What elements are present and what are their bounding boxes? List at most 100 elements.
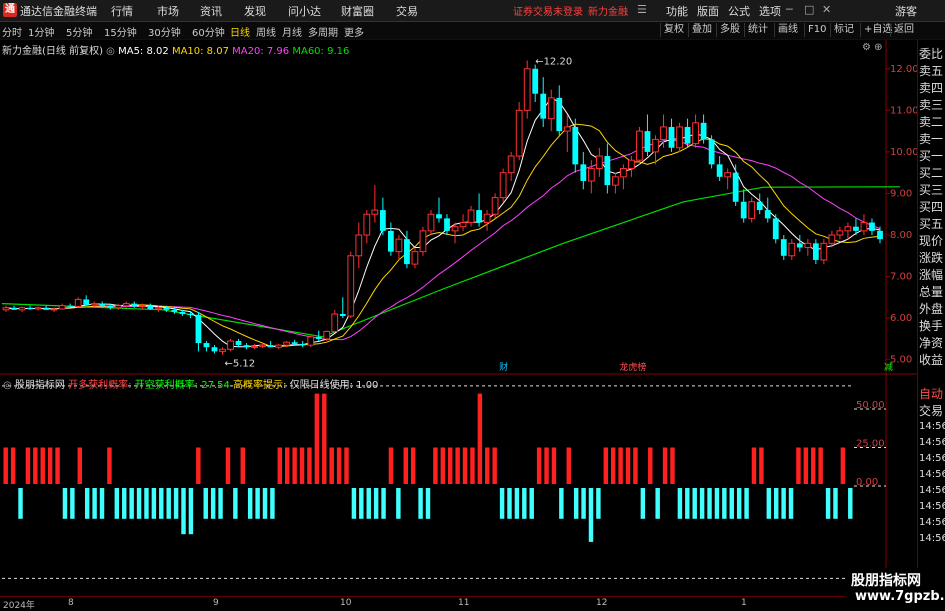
close-button[interactable]: ✕ [822,3,831,16]
indicator-bar-up [77,447,83,484]
candle-body [58,305,66,310]
menu-wealth[interactable]: 财富圈 [341,3,374,19]
x-label-dec: 12 [596,598,608,608]
settings-icon[interactable]: ☰ [637,3,647,16]
candle-body [644,131,651,152]
menu-formula[interactable]: 公式 [728,3,750,19]
tick-time: 14:56 [919,421,945,432]
candle-body [620,168,627,178]
maximize-button[interactable]: □ [804,3,814,16]
draw-line-button[interactable]: 画线 [774,23,801,37]
indicator-bar-down [151,488,157,519]
menu-ask[interactable]: 问小达 [288,3,321,19]
indicator-bar-down [596,488,601,519]
indicator-bar-up [3,447,8,484]
price-tick-label: 9.00 [890,188,912,199]
adjust-button[interactable]: 复权 [660,23,687,37]
mark-button[interactable]: 标记 [830,23,857,37]
indicator-bar-down [522,488,527,519]
indicator-bar-down [218,488,223,519]
multi-stock-button[interactable]: 多股 [716,23,743,37]
tab-30min[interactable]: 30分钟 [148,24,181,39]
candle-body [499,172,507,199]
indicator-chart[interactable]: 50.00 25.00 0.00 [0,374,917,596]
candle-body [363,213,371,236]
user-label[interactable]: 游客 [895,3,917,19]
candle-body [379,210,386,231]
tab-monthly[interactable]: 月线 [282,24,302,39]
f10-button[interactable]: F10 [804,23,829,37]
candle-body [138,305,146,308]
candle-body [331,313,339,332]
candle-body [2,307,10,311]
indicator-bar-down [84,488,90,519]
trade-tab[interactable]: 交易 [919,403,945,420]
menu-discover[interactable]: 发现 [244,3,266,19]
ma5-line [5,97,881,348]
minimize-button[interactable]: ─ [786,3,793,16]
ma60-value: MA60: 9.16 [292,46,350,57]
candle-body [812,243,819,260]
indicator-bar-down [114,488,120,519]
menu-trade[interactable]: 交易 [396,3,418,19]
auto-trade-tab[interactable]: 自动 [919,386,945,403]
tab-60min[interactable]: 60分钟 [192,24,225,39]
indicator-bar-up [55,447,60,484]
sidebar-item: 现价 [919,234,944,248]
menu-options[interactable]: 选项 [759,3,781,19]
tab-daily[interactable]: 日线 [230,24,250,39]
title-bar: 通 通达信金融终端 行情 市场 资讯 发现 问小达 财富圈 交易 证券交易未登录… [0,0,945,22]
indicator-bar-up [618,447,623,484]
candle-body [99,303,106,306]
candle-body [676,126,683,149]
tab-more[interactable]: 更多 [344,24,364,39]
candle-body [820,242,828,261]
candle-body [371,209,379,215]
indicator-toggle-icon[interactable]: ◎ [3,380,12,391]
tab-multi-period[interactable]: 多周期 [308,24,338,39]
stats-button[interactable]: 统计 [744,23,771,37]
tab-intraday[interactable]: 分时 [2,24,22,39]
indicator-bar-down [773,488,779,519]
indicator-bar-up [40,447,45,484]
candle-body [668,126,675,148]
indicator-bar-up [25,447,31,484]
chart-tool-icons[interactable]: ⚙ ⊕ [862,42,883,53]
indicator-bar-up [292,447,297,484]
indicator-bar-up [544,447,549,484]
menu-market-quotes[interactable]: 行情 [111,3,133,19]
candle-body [540,93,547,119]
candle-body [203,343,210,348]
menu-news[interactable]: 资讯 [200,3,222,19]
menu-market[interactable]: 市场 [157,3,179,19]
x-label-year: 2024年 [3,601,35,611]
indicator-bar-up [240,447,246,484]
indicator-tick-label: 50.00 [856,400,885,411]
candle-body [307,336,315,346]
indicator-bar-down [173,488,179,519]
x-label-sep: 9 [213,598,219,608]
indicator-bar-down [729,488,734,519]
candle-body [50,308,58,311]
price-chart[interactable]: 12.00 11.00 10.00 9.00 8.00 7.00 6.00 5.00 ←12.2… [0,40,917,375]
sidebar-item: 委比 [919,47,944,61]
tick-time: 14:56 [919,453,945,464]
high-price-mark: ←12.20 [535,56,572,67]
tab-1min[interactable]: 1分钟 [28,24,54,39]
indicator-bar-down [418,488,423,519]
tab-5min[interactable]: 5分钟 [66,24,92,39]
legend-toggle-icon[interactable]: ◎ [106,46,115,57]
tab-15min[interactable]: 15分钟 [104,24,137,39]
indicator-short-prob: 开空获利概率: 27.54 [134,380,230,391]
login-warning[interactable]: 证券交易未登录 [513,3,583,18]
candle-body [636,130,643,161]
indicator-bar-down [270,488,275,519]
menu-function[interactable]: 功能 [666,3,688,19]
back-button[interactable]: 返回 [890,23,917,37]
tab-weekly[interactable]: 周线 [256,24,276,39]
indicator-bar-down [588,488,594,542]
overlay-button[interactable]: 叠加 [688,23,715,37]
candle-body [323,330,331,340]
menu-layout[interactable]: 版面 [697,3,719,19]
indicator-bar-down [62,488,68,519]
